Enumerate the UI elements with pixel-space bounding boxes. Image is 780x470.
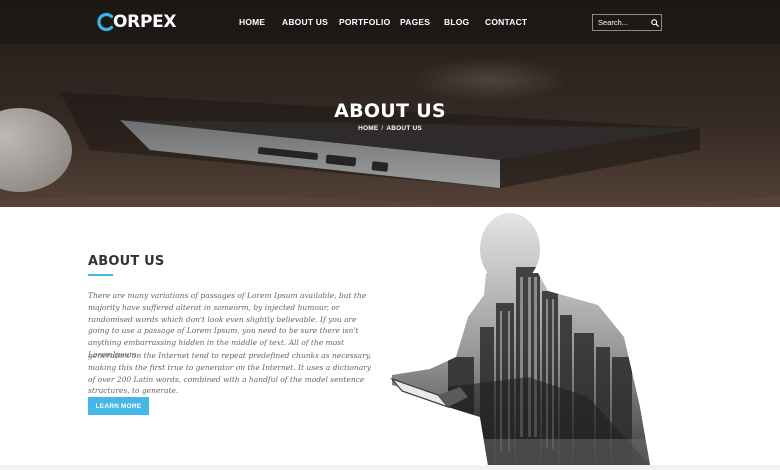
businessman-city-image — [390, 213, 650, 465]
nav-contact[interactable]: CONTACT — [485, 17, 527, 27]
navbar: ORPEX HOME ABOUT US PORTFOLIO PAGES BLOG… — [0, 0, 780, 44]
nav-portfolio[interactable]: PORTFOLIO — [339, 17, 390, 27]
search-icon[interactable] — [651, 18, 659, 27]
breadcrumb-home[interactable]: HOME — [358, 125, 378, 132]
search-input[interactable] — [598, 18, 650, 27]
nav-pages[interactable]: PAGES — [400, 17, 430, 27]
about-paragraph-2: generators on the Internet tend to repea… — [88, 351, 372, 396]
heading-underline — [88, 274, 113, 276]
nav-blog[interactable]: BLOG — [444, 17, 469, 27]
breadcrumb-current: ABOUT US — [386, 125, 422, 132]
logo-text: ORPEX — [113, 12, 177, 32]
learn-more-button[interactable]: LEARN MORE — [88, 397, 149, 415]
footer-strip — [0, 465, 780, 470]
nav-about-us[interactable]: ABOUT US — [282, 17, 328, 27]
nav-home[interactable]: HOME — [239, 17, 265, 27]
about-heading: ABOUT US — [88, 254, 165, 269]
breadcrumb-separator: / — [381, 125, 384, 132]
hero-banner: ORPEX HOME ABOUT US PORTFOLIO PAGES BLOG… — [0, 0, 780, 207]
logo[interactable]: ORPEX — [96, 11, 177, 33]
breadcrumb: HOME / ABOUT US — [0, 125, 780, 132]
search-box — [592, 14, 662, 31]
page-title: ABOUT US — [334, 100, 446, 122]
